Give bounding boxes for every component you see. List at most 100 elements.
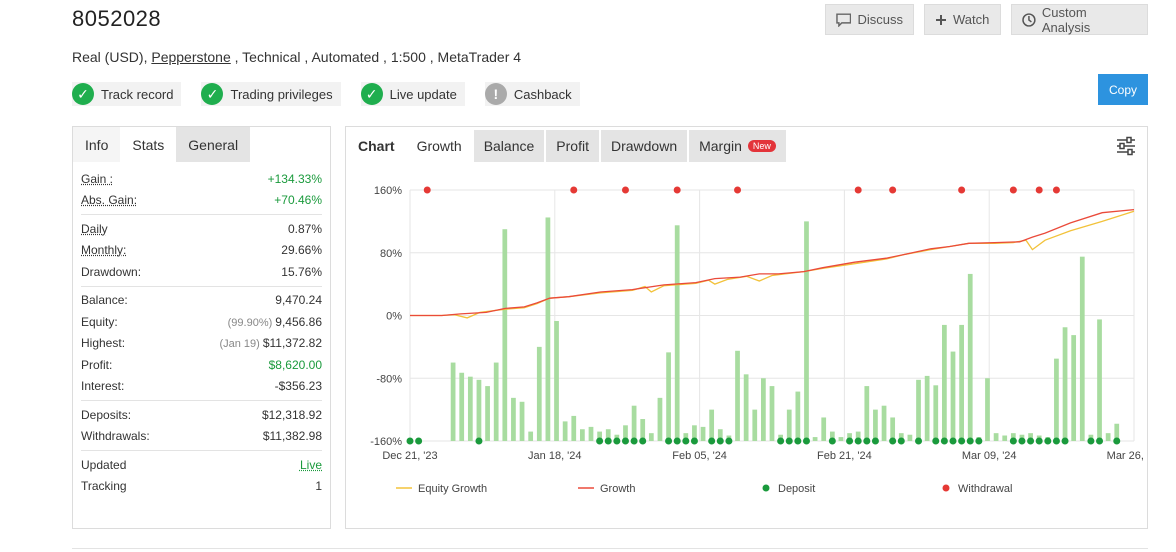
stat-value: 29.66% — [281, 243, 322, 258]
deposit-marker — [966, 437, 974, 445]
broker-link[interactable]: Pepperstone — [151, 49, 230, 65]
deposit-marker — [673, 437, 681, 445]
stats-tabs: Info Stats General — [73, 127, 330, 162]
deposit-marker — [846, 437, 854, 445]
tab-margin[interactable]: Margin New — [689, 130, 786, 162]
plus-icon — [936, 14, 946, 25]
deposit-marker — [949, 437, 957, 445]
stat-label[interactable]: Gain : — [81, 172, 113, 186]
legend-dot — [942, 484, 950, 492]
withdrawal-marker — [423, 186, 431, 194]
highest-amount: $11,372.82 — [262, 336, 322, 351]
bar — [967, 273, 973, 441]
bar — [528, 431, 534, 441]
bar — [485, 386, 490, 441]
bar — [1105, 433, 1111, 441]
bar — [864, 386, 870, 441]
discuss-label: Discuss — [857, 12, 903, 27]
stat-label: Profit: — [81, 357, 113, 372]
account-subtitle: Real (USD), Pepperstone , Technical , Au… — [72, 49, 521, 65]
equity-percent: (99.90%) — [227, 316, 273, 329]
account-title: 8052028 — [72, 6, 162, 31]
badge-track-record: ✓ Track record — [72, 82, 182, 106]
bar — [950, 351, 956, 441]
stat-interest: Interest: -$356.23 — [81, 376, 322, 398]
tab-margin-label: Margin — [699, 138, 742, 154]
deposit-marker — [1027, 437, 1035, 445]
deposit-marker — [415, 437, 423, 445]
copy-button[interactable]: Copy — [1098, 74, 1148, 105]
withdrawal-marker — [1009, 186, 1017, 194]
withdrawal-marker — [570, 186, 578, 194]
discuss-button[interactable]: Discuss — [825, 4, 914, 35]
tab-growth[interactable]: Growth — [406, 130, 472, 162]
tab-balance[interactable]: Balance — [473, 130, 545, 162]
deposit-marker — [475, 437, 483, 445]
badge-label: Track record — [101, 86, 174, 102]
settings-sliders-icon[interactable] — [1115, 135, 1137, 157]
tab-drawdown[interactable]: Drawdown — [600, 130, 688, 162]
stat-value: (Jan 19) $11,372.82 — [219, 336, 322, 350]
bar — [873, 409, 878, 441]
stat-label[interactable]: Monthly: — [81, 243, 126, 257]
x-tick-label: Feb 21, '24 — [817, 450, 872, 462]
legend-label: Withdrawal — [958, 483, 1012, 495]
bar — [476, 379, 482, 441]
legend-label: Deposit — [778, 483, 815, 495]
check-icon: ✓ — [360, 83, 383, 105]
bar — [450, 362, 456, 441]
bar — [838, 437, 844, 441]
deposit-marker — [604, 437, 612, 445]
legend-label: Equity Growth — [418, 483, 487, 495]
stat-drawdown: Drawdown: 15.76% — [81, 261, 322, 283]
stat-label[interactable]: Abs. Gain: — [81, 193, 137, 207]
bar — [674, 225, 680, 441]
tab-info[interactable]: Info — [73, 127, 121, 162]
deposit-marker — [940, 437, 948, 445]
deposit-marker — [596, 437, 604, 445]
stat-label[interactable]: Daily — [81, 222, 108, 236]
custom-analysis-button[interactable]: Custom Analysis — [1011, 4, 1148, 35]
stat-highest: Highest: (Jan 19) $11,372.82 — [81, 333, 322, 355]
deposit-marker — [915, 437, 923, 445]
stat-withdrawals: Withdrawals: $11,382.98 — [81, 426, 322, 448]
deposit-marker — [785, 437, 793, 445]
deposit-marker — [725, 437, 733, 445]
divider — [72, 548, 1148, 549]
stat-abs-gain: Abs. Gain: +70.46% — [81, 190, 322, 212]
stat-label: Balance: — [81, 293, 128, 308]
badge-label: Live update — [389, 86, 457, 102]
withdrawal-marker — [734, 186, 742, 194]
stat-label: Withdrawals: — [81, 429, 150, 444]
bar — [959, 324, 964, 441]
bar — [580, 429, 585, 441]
withdrawal-marker — [889, 186, 897, 194]
deposit-marker — [1061, 437, 1069, 445]
stat-label: Highest: — [81, 336, 126, 351]
bar — [666, 352, 671, 441]
bar — [562, 421, 568, 441]
withdrawal-marker — [1035, 186, 1043, 194]
y-tick-label: 160% — [374, 185, 402, 197]
deposit-marker — [639, 437, 647, 445]
stat-deposits: Deposits: $12,318.92 — [81, 404, 322, 426]
bar — [1002, 435, 1008, 441]
legend-dot — [762, 484, 770, 492]
stat-value: 15.76% — [281, 264, 322, 279]
stat-monthly: Monthly: 29.66% — [81, 240, 322, 262]
tab-stats[interactable]: Stats — [120, 127, 177, 162]
equity-growth-line — [410, 210, 1135, 319]
stat-tracking: Tracking 1 — [81, 476, 322, 498]
bar — [571, 415, 577, 441]
tab-general[interactable]: General — [176, 127, 251, 162]
bar — [709, 409, 715, 441]
deposit-marker — [1009, 437, 1017, 445]
y-tick-label: -160% — [370, 436, 402, 448]
tab-profit[interactable]: Profit — [546, 130, 599, 162]
bar — [493, 362, 499, 441]
stat-value[interactable]: Live — [300, 458, 322, 472]
bar — [648, 433, 654, 441]
bar — [519, 401, 525, 441]
watch-button[interactable]: Watch — [924, 4, 1001, 35]
check-icon: ✓ — [201, 83, 224, 105]
